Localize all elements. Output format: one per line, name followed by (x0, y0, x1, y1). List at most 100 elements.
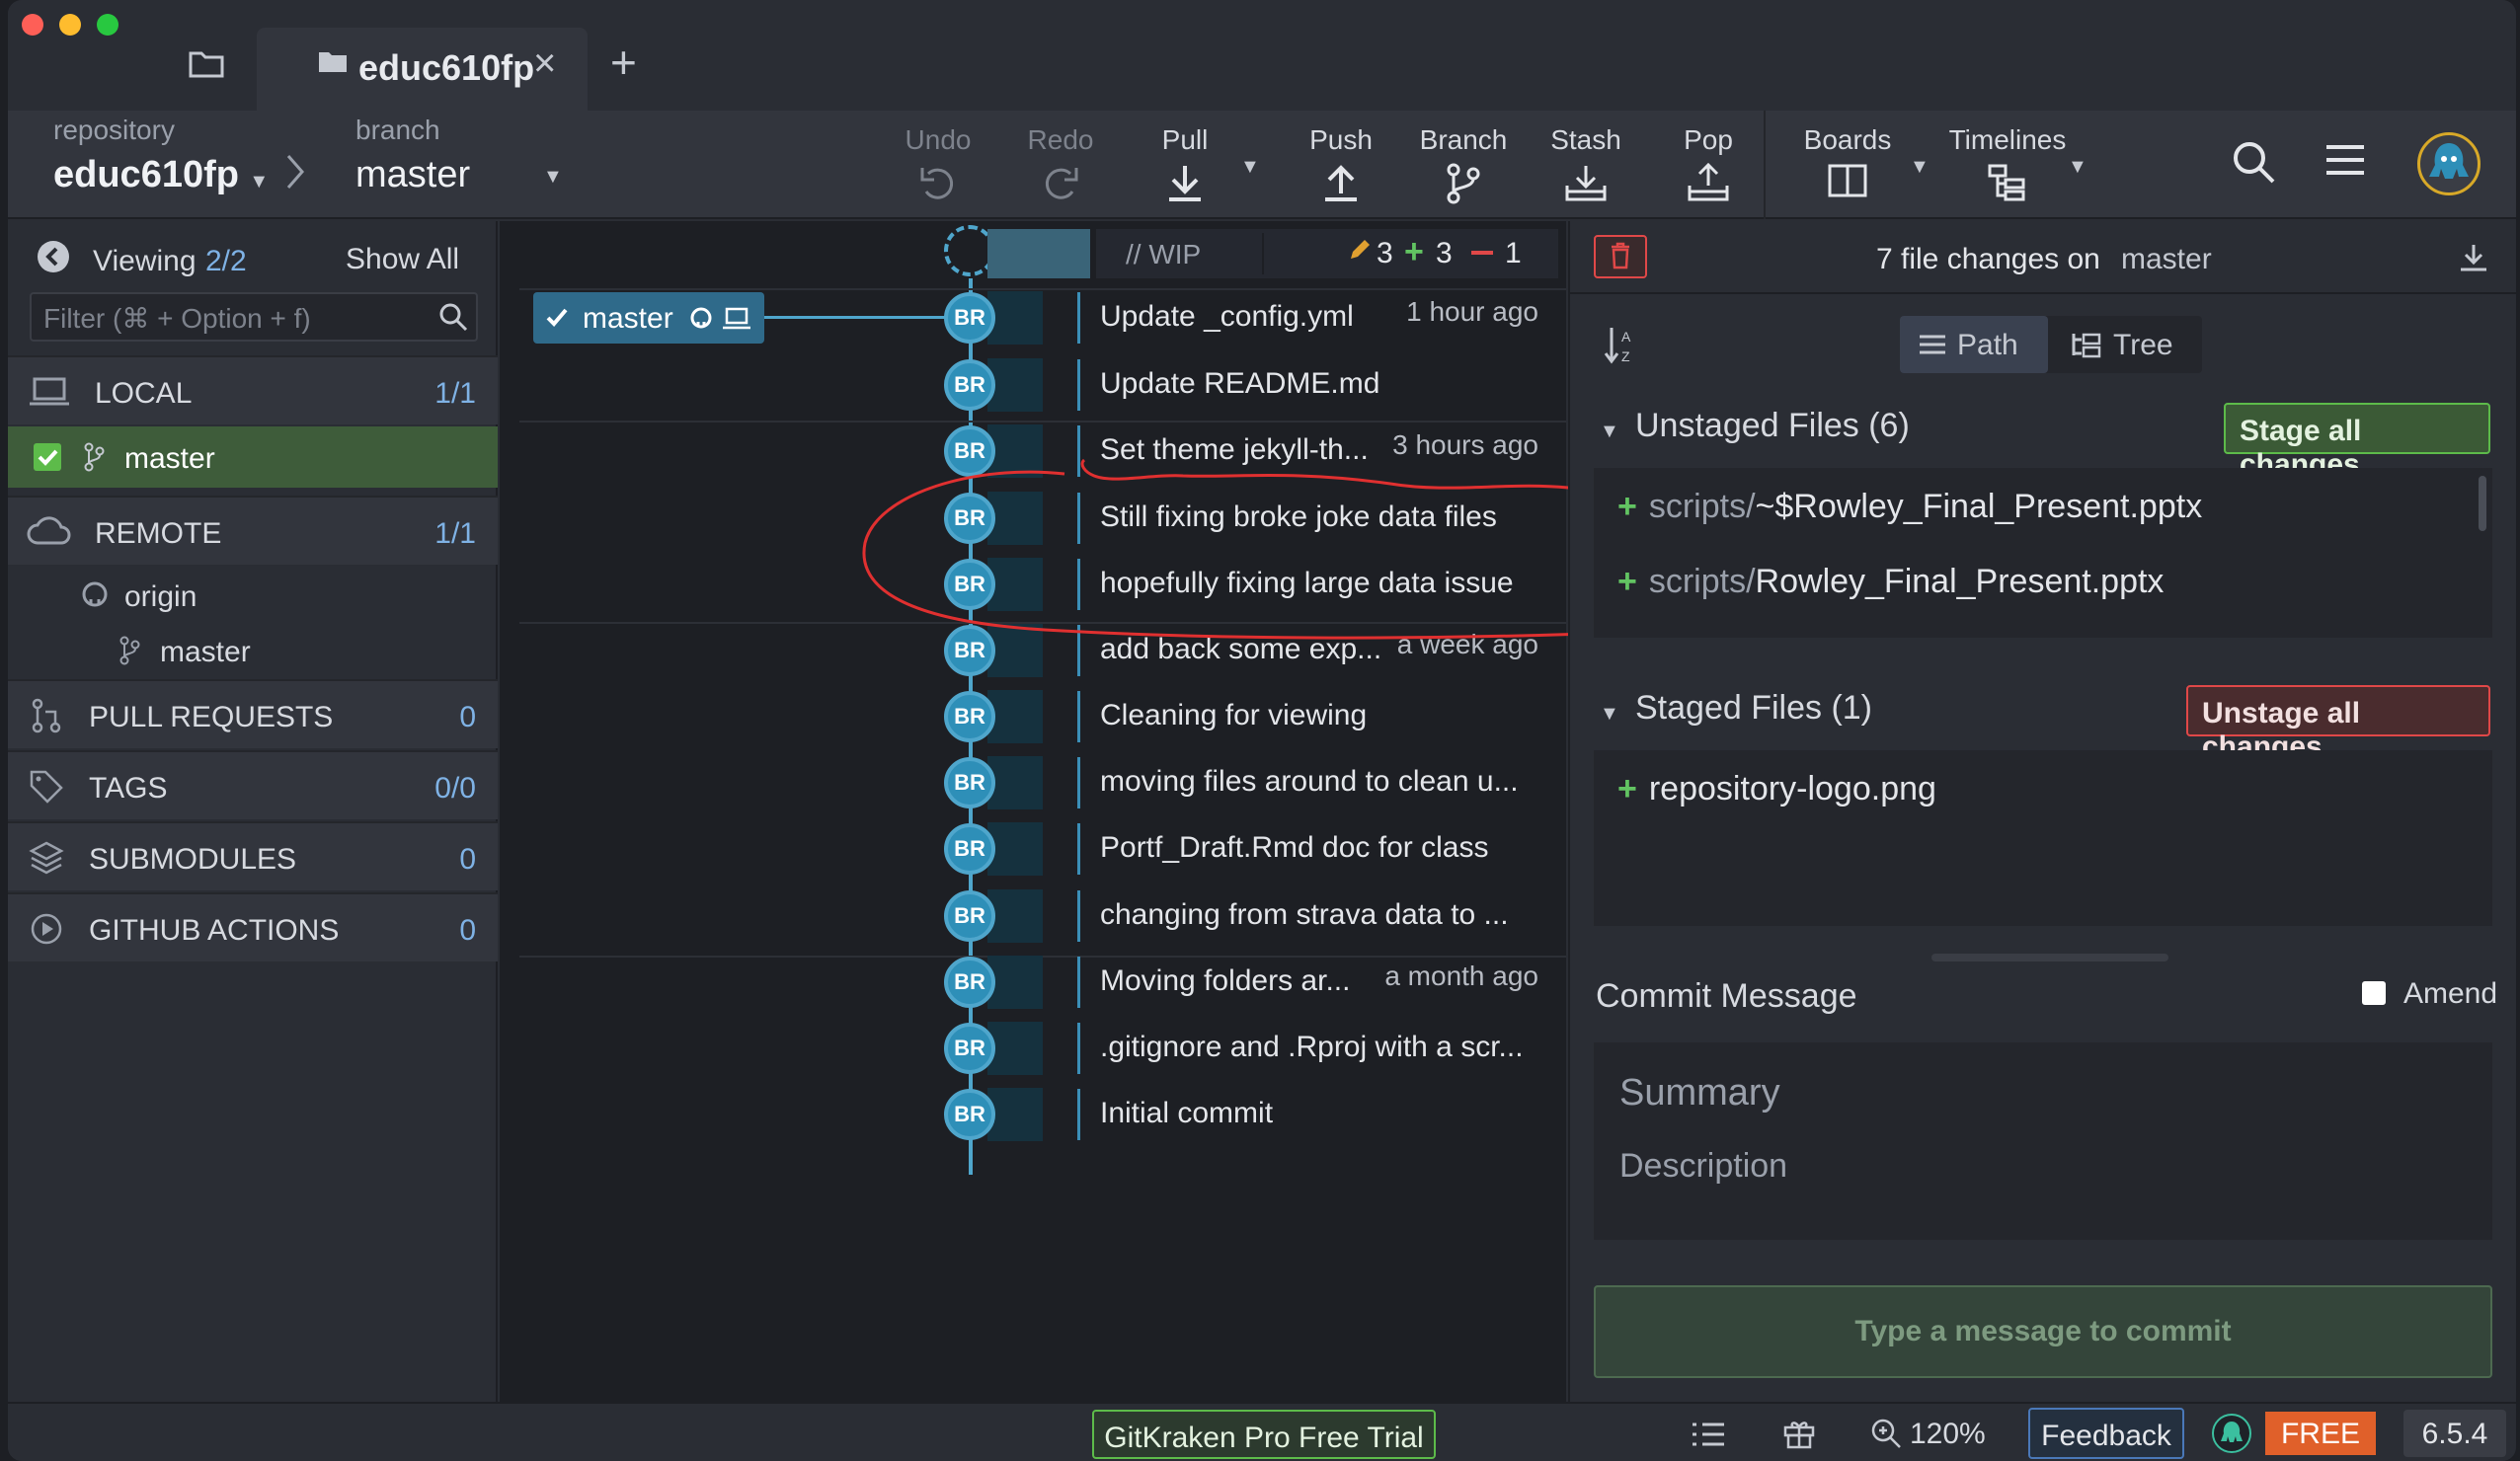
pop-button[interactable]: Pop (1659, 118, 1758, 217)
staged-file-row[interactable]: + repository-logo.png (1617, 770, 1936, 808)
collapse-panel-icon[interactable] (38, 241, 69, 272)
branch-button[interactable]: Branch (1408, 118, 1519, 217)
tab-close-icon[interactable]: × (533, 41, 556, 86)
pull-options-caret-icon[interactable]: ▼ (1240, 156, 1260, 179)
minimize-window-button[interactable] (59, 14, 81, 36)
pull-button[interactable]: Pull (1136, 118, 1234, 217)
sort-az-icon[interactable]: AZ (1604, 326, 1639, 370)
stash-label: Stash (1550, 124, 1621, 155)
svg-text:A: A (1621, 329, 1631, 345)
left-panel: Viewing 2/2 Show All Filter (⌘ + Option … (8, 221, 498, 1402)
zoom-icon[interactable] (1870, 1418, 1902, 1454)
timelines-button[interactable]: Timelines (1943, 118, 2072, 217)
commit-button[interactable]: Type a message to commit (1594, 1285, 2492, 1378)
show-all-button[interactable]: Show All (346, 243, 459, 276)
added-icon: + (1617, 563, 1637, 600)
layers-icon (29, 841, 64, 883)
tab-educ610fp[interactable]: educ610fp × (257, 28, 588, 111)
remote-section-header[interactable]: REMOTE 1/1 (8, 496, 498, 565)
tag-icon (30, 770, 63, 811)
search-icon[interactable] (2232, 140, 2275, 189)
close-window-button[interactable] (22, 14, 43, 36)
remote-branch-master[interactable]: master (8, 626, 498, 679)
undo-icon (920, 168, 954, 199)
commit-avatar: BR (944, 359, 995, 411)
tags-section[interactable]: TAGS 0/0 (8, 750, 498, 819)
boards-icon (1828, 164, 1867, 197)
remote-origin[interactable]: origin (8, 571, 498, 624)
app-window: educ610fp × + repository educ610fp ▼ bra… (8, 0, 2516, 1461)
unstaged-file-row[interactable]: + scripts/Rowley_Final_Present.pptx (1617, 563, 2164, 601)
branch-tag-master[interactable]: master (533, 292, 764, 344)
plus-icon: + (1404, 233, 1424, 270)
branch-selector[interactable]: master ▼ (355, 154, 563, 196)
activity-log-icon[interactable] (1693, 1422, 1724, 1452)
commit-separator (1077, 691, 1080, 742)
stash-button[interactable]: Stash (1536, 118, 1635, 217)
discard-changes-button[interactable] (1594, 235, 1647, 278)
unstaged-caret-icon[interactable]: ▼ (1600, 421, 1619, 443)
unstaged-file-row[interactable]: + scripts/~$Rowley_Final_Present.pptx (1617, 488, 2202, 526)
menu-icon[interactable] (2326, 144, 2364, 181)
add-tab-button[interactable]: + (610, 39, 637, 85)
push-button[interactable]: Push (1292, 118, 1390, 217)
boards-label: Boards (1803, 124, 1892, 155)
repository-selector[interactable]: educ610fp ▼ (53, 154, 269, 196)
version-label: 6.5.4 (2421, 1418, 2488, 1450)
summary-input[interactable]: Summary (1619, 1072, 1780, 1115)
timelines-icon (1988, 164, 2025, 201)
boards-caret-icon[interactable]: ▼ (1910, 156, 1929, 179)
undo-button[interactable]: Undo (889, 118, 987, 217)
svg-text:Z: Z (1621, 348, 1630, 364)
commit-avatar: BR (944, 292, 995, 344)
pull-requests-section[interactable]: PULL REQUESTS 0 (8, 679, 498, 748)
description-input[interactable]: Description (1619, 1147, 1787, 1186)
local-section-header[interactable]: LOCAL 1/1 (8, 355, 498, 424)
feedback-button[interactable]: Feedback (2028, 1408, 2184, 1459)
commit-message: Update _config.yml (1100, 300, 1354, 333)
pencil-icon (1347, 239, 1371, 268)
commit-separator (1077, 890, 1080, 942)
added-icon: + (1617, 770, 1637, 807)
folder-icon[interactable] (189, 49, 224, 82)
filter-placeholder: Filter (⌘ + Option + f) (43, 303, 311, 334)
redo-button[interactable]: Redo (1011, 118, 1110, 217)
zoom-level[interactable]: 120% (1910, 1418, 1986, 1451)
view-path-button[interactable]: Path (1900, 316, 2048, 373)
wip-box: // WIP 3 + 3 1 (1096, 229, 1558, 278)
push-icon (1325, 165, 1357, 201)
file-dir: scripts/ (1648, 563, 1756, 600)
gift-icon[interactable] (1783, 1418, 1815, 1454)
pro-trial-button[interactable]: GitKraken Pro Free Trial (1092, 1410, 1436, 1459)
view-tree-button[interactable]: Tree (2050, 316, 2202, 373)
resize-handle[interactable] (1931, 954, 2168, 961)
file-changes-header: 7 file changes on master (1570, 221, 2516, 294)
commit-avatar: BR (944, 691, 995, 742)
staged-caret-icon[interactable]: ▼ (1600, 703, 1619, 726)
wip-row[interactable]: // WIP 3 + 3 1 (944, 225, 1558, 282)
filter-input[interactable]: Filter (⌘ + Option + f) (30, 292, 478, 342)
redo-icon (1045, 168, 1078, 199)
kraken-logo-icon (2212, 1414, 2251, 1453)
amend-checkbox[interactable] (2362, 981, 2386, 1005)
avatar[interactable] (2417, 132, 2481, 195)
submodules-section[interactable]: SUBMODULES 0 (8, 821, 498, 890)
zoom-window-button[interactable] (97, 14, 118, 36)
cloud-icon (27, 516, 71, 555)
local-branch-master[interactable]: master (8, 426, 498, 488)
timelines-caret-icon[interactable]: ▼ (2068, 156, 2087, 179)
repo-caret-icon: ▼ (249, 171, 270, 193)
scrollbar-thumb[interactable] (2479, 476, 2486, 531)
viewing-label: Viewing (93, 245, 197, 277)
stage-all-button[interactable]: Stage all changes (2224, 403, 2490, 481)
laptop-tag-icon (723, 307, 750, 335)
plan-label: FREE (2280, 1418, 2360, 1450)
unstage-all-button[interactable]: Unstage all changes (2186, 685, 2490, 763)
download-icon[interactable] (2459, 243, 2488, 277)
boards-button[interactable]: Boards (1793, 118, 1902, 217)
plan-badge[interactable]: FREE (2265, 1412, 2376, 1455)
version-badge: 6.5.4 (2403, 1410, 2506, 1457)
pull-request-icon (32, 698, 61, 740)
amend-label: Amend (2403, 977, 2498, 1010)
github-actions-section[interactable]: GITHUB ACTIONS 0 (8, 892, 498, 961)
